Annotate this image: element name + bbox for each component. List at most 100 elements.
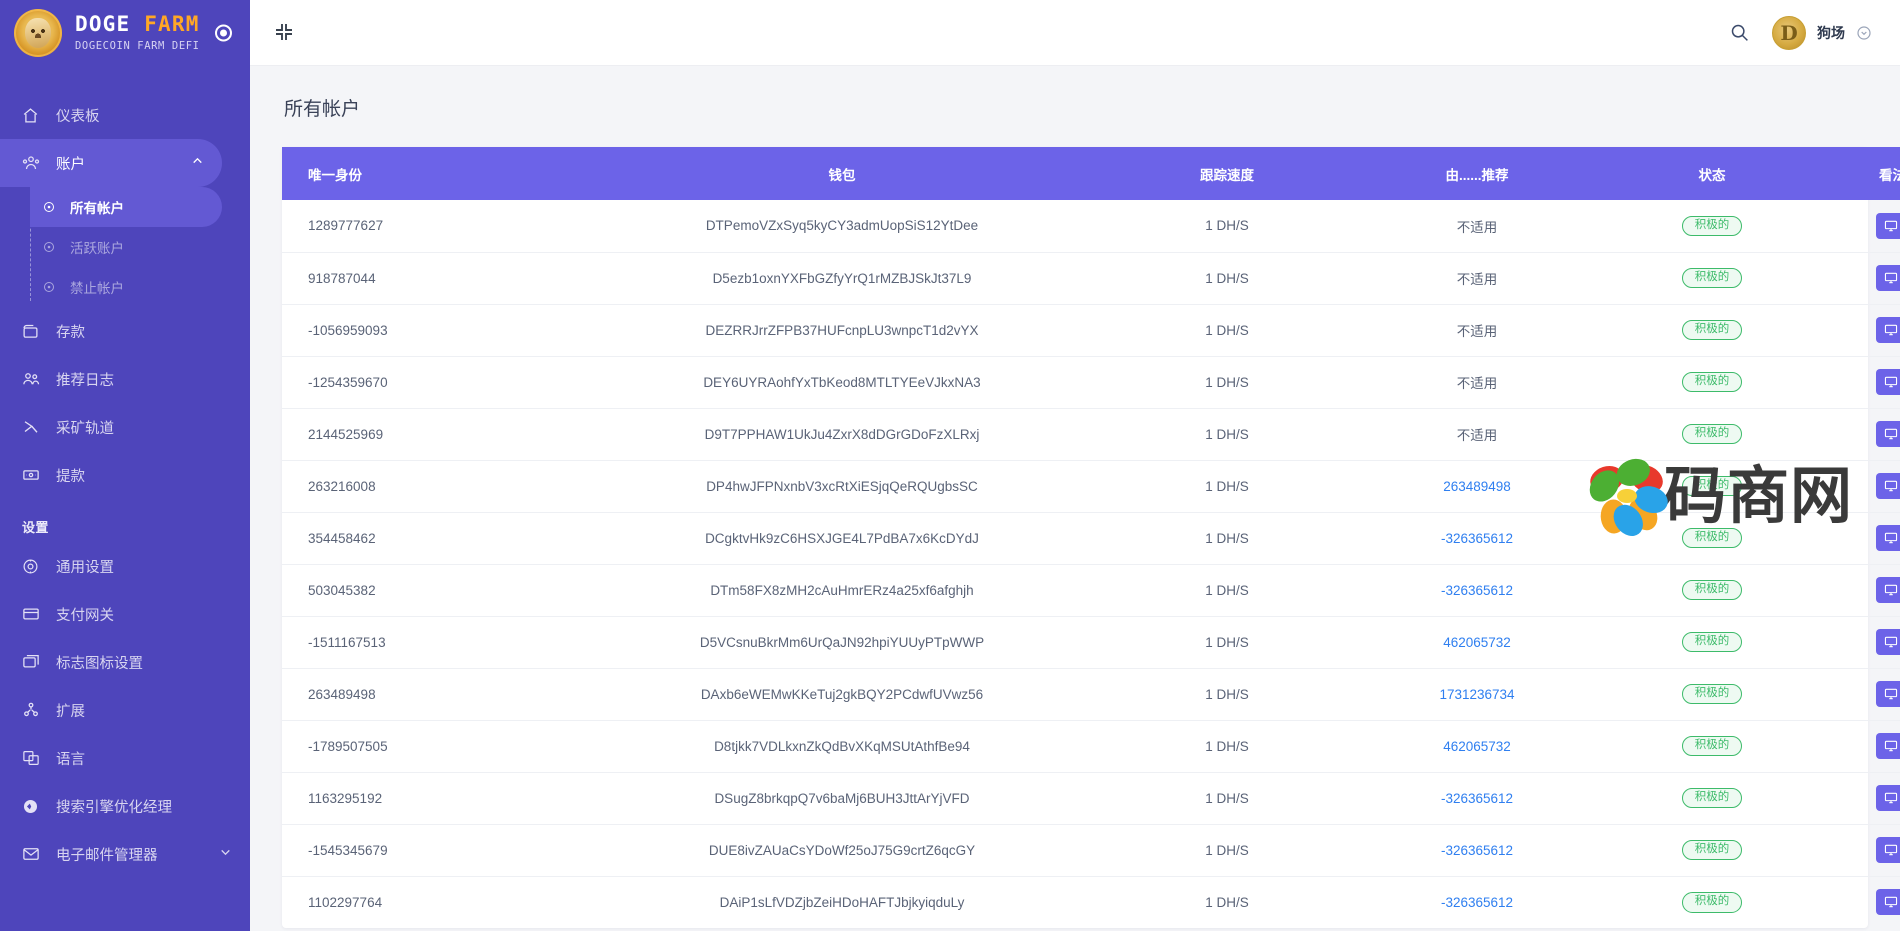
view-account-button[interactable]: [1876, 317, 1900, 343]
cell-speed: 1 DH/S: [1102, 564, 1352, 616]
cell-referred-text: 263489498: [1443, 479, 1511, 494]
main-area: 狗场 所有帐户 唯一身份 钱包 跟踪速度 由......推荐: [250, 0, 1900, 931]
sidebar-item-deposit[interactable]: 存款: [0, 307, 250, 355]
gear-icon: [22, 558, 48, 575]
sidebar-item-label: 标志图标设置: [56, 652, 143, 673]
cell-uid: 918787044: [282, 252, 582, 304]
brand-header[interactable]: DOGE FARM DOGECOIN FARM DEFI: [0, 0, 250, 66]
cell-wallet: DEY6UYRAohfYxTbKeod8MTLTYEeVJkxNA3: [582, 356, 1102, 408]
column-header-action[interactable]: 看法: [1822, 147, 1900, 200]
cell-speed-text: 1 DH/S: [1205, 895, 1249, 910]
cell-uid: 2144525969: [282, 408, 582, 460]
collapse-icon[interactable]: [272, 20, 298, 46]
sidebar-subitem-label: 禁止帐户: [70, 277, 124, 297]
cell-speed-text: 1 DH/S: [1205, 531, 1249, 546]
view-account-button[interactable]: [1876, 213, 1900, 239]
sidebar-item-general-settings[interactable]: 通用设置: [0, 542, 250, 590]
pickaxe-icon: [22, 418, 48, 436]
cell-action: [1822, 616, 1900, 668]
cell-status: 积极的: [1602, 772, 1822, 824]
sidebar-item-label: 采矿轨道: [56, 417, 114, 438]
cell-referred-text: 不适用: [1457, 376, 1498, 391]
cell-wallet-text: DSugZ8brkqpQ7v6baMj6BUH3JttArYjVFD: [714, 791, 969, 806]
sidebar-subitem-banned-accounts[interactable]: 禁止帐户: [30, 267, 250, 307]
monitor-icon: [1884, 791, 1898, 805]
cell-uid-text: -1545345679: [308, 843, 388, 858]
cell-action: [1822, 356, 1900, 408]
cell-speed-text: 1 DH/S: [1205, 843, 1249, 858]
status-badge: 积极的: [1682, 684, 1743, 705]
cell-uid: -1511167513: [282, 616, 582, 668]
sidebar-toggle-icon[interactable]: [215, 25, 232, 42]
cell-referred: 不适用: [1352, 408, 1602, 460]
cell-referred: -326365612: [1352, 512, 1602, 564]
view-account-button[interactable]: [1876, 889, 1900, 915]
view-account-button[interactable]: [1876, 837, 1900, 863]
cell-uid: -1056959093: [282, 304, 582, 356]
status-badge: 积极的: [1682, 580, 1743, 601]
user-menu[interactable]: 狗场: [1772, 16, 1872, 50]
brand-text: DOGE FARM DOGECOIN FARM DEFI: [75, 14, 200, 52]
sidebar-item-label: 推荐日志: [56, 369, 114, 390]
table-row: 354458462DCgktvHk9zC6HSXJGE4L7PdBA7x6KcD…: [282, 512, 1900, 564]
cell-referred: 462065732: [1352, 720, 1602, 772]
view-account-button[interactable]: [1876, 733, 1900, 759]
chevron-down-icon[interactable]: [1856, 25, 1872, 41]
cell-action: [1822, 824, 1900, 876]
table-row: 1102297764DAiP1sLfVDZjbZeiHDoHAFTJbjkyiq…: [282, 876, 1900, 928]
view-account-button[interactable]: [1876, 421, 1900, 447]
view-account-button[interactable]: [1876, 577, 1900, 603]
cell-wallet-text: DTPemoVZxSyq5kyCY3admUopSiS12YtDee: [706, 218, 978, 233]
cell-referred: 263489498: [1352, 460, 1602, 512]
brand-subtitle: DOGECOIN FARM DEFI: [75, 41, 200, 52]
cell-action: [1822, 720, 1900, 772]
view-account-button[interactable]: [1876, 369, 1900, 395]
monitor-icon: [1884, 427, 1898, 441]
cell-wallet: DCgktvHk9zC6HSXJGE4L7PdBA7x6KcDYdJ: [582, 512, 1102, 564]
table-row: -1511167513D5VCsnuBkrMm6UrQaJN92hpiYUUyP…: [282, 616, 1900, 668]
view-account-button[interactable]: [1876, 681, 1900, 707]
sidebar-item-seo-manager[interactable]: 搜索引擎优化经理: [0, 782, 250, 830]
cell-speed: 1 DH/S: [1102, 824, 1352, 876]
sidebar-subitem-active-accounts[interactable]: 活跃账户: [30, 227, 250, 267]
page-title: 所有帐户: [284, 94, 1868, 121]
sidebar-item-mining-track[interactable]: 采矿轨道: [0, 403, 250, 451]
cell-speed-text: 1 DH/S: [1205, 583, 1249, 598]
sidebar-item-withdraw[interactable]: 提款: [0, 451, 250, 499]
sidebar-item-language[interactable]: 语言: [0, 734, 250, 782]
sidebar-item-email-manager[interactable]: 电子邮件管理器: [0, 830, 250, 878]
cell-status: 积极的: [1602, 460, 1822, 512]
sidebar-item-extensions[interactable]: 扩展: [0, 686, 250, 734]
sidebar-item-logo-icon-settings[interactable]: 标志图标设置: [0, 638, 250, 686]
view-account-button[interactable]: [1876, 629, 1900, 655]
cell-wallet-text: DEZRRJrrZFPB37HUFcnpLU3wnpcT1d2vYX: [705, 323, 978, 338]
cell-referred-text: 462065732: [1443, 635, 1511, 650]
column-header-referred[interactable]: 由......推荐: [1352, 147, 1602, 200]
sidebar-item-dashboard[interactable]: 仪表板: [0, 91, 250, 139]
sidebar-item-referral-log[interactable]: 推荐日志: [0, 355, 250, 403]
view-account-button[interactable]: [1876, 473, 1900, 499]
search-icon[interactable]: [1729, 22, 1750, 43]
chevron-down-icon: [219, 846, 232, 863]
column-header-status[interactable]: 状态: [1602, 147, 1822, 200]
status-badge: 积极的: [1682, 892, 1743, 913]
column-header-wallet[interactable]: 钱包: [582, 147, 1102, 200]
cell-referred: -326365612: [1352, 564, 1602, 616]
column-header-speed[interactable]: 跟踪速度: [1102, 147, 1352, 200]
accounts-table: 唯一身份 钱包 跟踪速度 由......推荐 状态 看法 1289777627D…: [282, 147, 1900, 928]
view-account-button[interactable]: [1876, 265, 1900, 291]
view-account-button[interactable]: [1876, 525, 1900, 551]
cell-action: [1822, 408, 1900, 460]
sidebar-subitem-all-accounts[interactable]: 所有帐户: [30, 187, 222, 227]
view-account-button[interactable]: [1876, 785, 1900, 811]
cell-status: 积极的: [1602, 876, 1822, 928]
table-header-row: 唯一身份 钱包 跟踪速度 由......推荐 状态 看法: [282, 147, 1900, 200]
sidebar-item-accounts[interactable]: 账户: [0, 139, 222, 187]
cell-uid-text: -1789507505: [308, 739, 388, 754]
cell-speed: 1 DH/S: [1102, 616, 1352, 668]
status-badge: 积极的: [1682, 788, 1743, 809]
cell-speed-text: 1 DH/S: [1205, 635, 1249, 650]
column-header-uid[interactable]: 唯一身份: [282, 147, 582, 200]
sidebar-item-payment-gateway[interactable]: 支付网关: [0, 590, 250, 638]
cell-wallet: D5ezb1oxnYXFbGZfyYrQ1rMZBJSkJt37L9: [582, 252, 1102, 304]
